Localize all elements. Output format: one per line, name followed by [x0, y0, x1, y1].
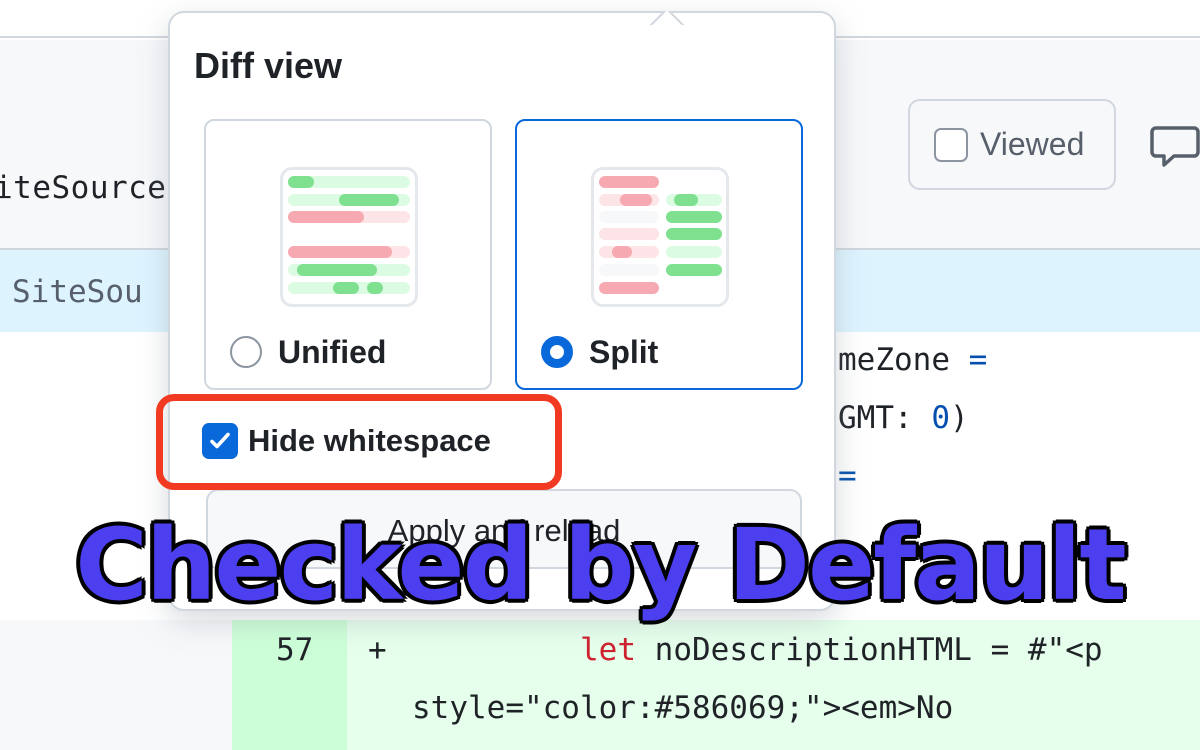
code-line: GMT: 0)	[838, 400, 969, 436]
highlight-box	[156, 394, 562, 490]
popover-caret	[646, 11, 686, 25]
code-token: GMT:	[838, 400, 932, 436]
gutter-blank	[0, 620, 232, 750]
unified-radio[interactable]	[230, 336, 262, 368]
viewed-label: Viewed	[980, 126, 1085, 162]
code-token: meZone	[838, 342, 969, 378]
code-token: =	[968, 342, 988, 378]
unified-option[interactable]: Unified	[204, 119, 492, 390]
popover-title: Diff view	[194, 45, 343, 86]
hunk-header-text: SiteSou	[12, 274, 143, 310]
code-line: meZone =	[838, 342, 987, 378]
code-line: let noDescriptionHTML = #"<p	[580, 632, 1103, 668]
file-name[interactable]: iteSource	[0, 170, 166, 206]
comment-icon[interactable]	[1150, 120, 1200, 170]
code-token: =	[838, 458, 857, 494]
code-line: style="color:#586069;"><em>No	[412, 690, 954, 726]
unified-preview-icon	[280, 167, 418, 307]
unified-label: Unified	[278, 334, 387, 370]
split-radio[interactable]	[541, 336, 573, 368]
code-token: 0	[931, 400, 950, 436]
split-label: Split	[589, 334, 659, 370]
viewed-checkbox[interactable]	[934, 127, 968, 162]
code-keyword: let	[580, 632, 636, 668]
overlay-headline: Checked by Default	[72, 505, 1129, 626]
line-number[interactable]: 57	[276, 632, 313, 668]
code-token: )	[950, 400, 969, 436]
split-option[interactable]: Split	[515, 119, 803, 390]
added-marker: +	[368, 632, 387, 668]
viewed-button[interactable]: Viewed	[908, 99, 1116, 190]
code-line: =	[838, 458, 857, 494]
code-token: noDescriptionHTML = #"<p	[636, 632, 1103, 668]
split-preview-icon	[591, 167, 729, 307]
